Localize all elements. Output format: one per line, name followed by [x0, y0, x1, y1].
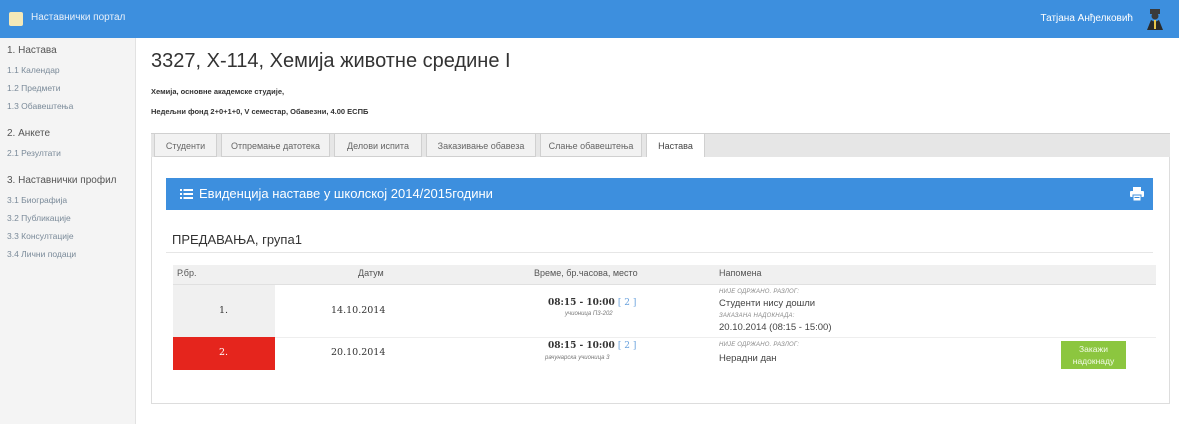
row-room: рачунарска учионица 3	[545, 355, 610, 361]
sidebar-item-biography[interactable]: 3.1 Биографија	[7, 195, 67, 205]
user-avatar-icon[interactable]	[1143, 8, 1167, 32]
column-header-date: Датум	[358, 268, 384, 278]
group-title: ПРЕДАВАЊА, група1	[172, 232, 302, 247]
sidebar-section-surveys[interactable]: 2. Анкете	[7, 128, 50, 139]
row-divider	[275, 337, 1156, 338]
row-time: 08:15 - 10:00 [ 2 ]	[548, 298, 637, 308]
sidebar-item-courses[interactable]: 1.2 Предмети	[7, 83, 60, 93]
table-header	[173, 265, 1156, 285]
top-bar	[0, 0, 1179, 38]
print-icon[interactable]	[1129, 186, 1145, 202]
column-header-time: Време, бр.часова, место	[534, 268, 638, 278]
note-label: НИЈЕ ОДРЖАНО. РАЗЛОГ:	[719, 289, 800, 295]
course-program: Хемија, основне академске студије,	[151, 87, 285, 96]
column-header-note: Напомена	[719, 268, 762, 278]
tab-scheduling[interactable]: Заказивање обавеза	[426, 133, 536, 157]
schedule-makeup-button[interactable]: Закажи надокнаду	[1061, 341, 1126, 369]
note-reason: Нерадни дан	[719, 353, 777, 364]
row-room: учионица П3-202	[565, 311, 613, 317]
row-number: 1.	[219, 305, 229, 316]
sidebar-section-profile[interactable]: 3. Наставнички профил	[7, 175, 117, 186]
note-makeup: 20.10.2014 (08:15 - 15:00)	[719, 322, 832, 333]
sidebar-item-publications[interactable]: 3.2 Публикације	[7, 213, 71, 223]
tab-send-notices[interactable]: Слање обавештења	[540, 133, 642, 157]
panel-title: Евиденција наставе у школској 2014/2015г…	[199, 186, 493, 201]
note-reason: Студенти нису дошли	[719, 298, 816, 309]
course-details: Недељни фонд 2+0+1+0, V семестар, Обавез…	[151, 107, 369, 116]
row-number: 2.	[219, 347, 229, 358]
column-header-number: Р.бр.	[177, 268, 197, 278]
divider	[166, 252, 1153, 253]
tab-file-upload[interactable]: Отпремање датотека	[221, 133, 330, 157]
row-hours[interactable]: [ 2 ]	[618, 341, 636, 351]
row-hours[interactable]: [ 2 ]	[618, 298, 636, 308]
list-icon	[180, 189, 193, 199]
sidebar-item-results[interactable]: 2.1 Резултати	[7, 148, 61, 158]
portal-logo-icon[interactable]	[9, 12, 23, 26]
row-date: 14.10.2014	[331, 305, 386, 316]
sidebar-item-consultations[interactable]: 3.3 Консултације	[7, 231, 74, 241]
user-name[interactable]: Татјана Анђелковић	[1040, 13, 1133, 24]
row-date: 20.10.2014	[331, 347, 386, 358]
sidebar-item-personal-data[interactable]: 3.4 Лични подаци	[7, 249, 76, 259]
tab-students[interactable]: Студенти	[154, 133, 217, 157]
row-time: 08:15 - 10:00 [ 2 ]	[548, 341, 637, 351]
note-makeup-label: ЗАКАЗАНА НАДОКНАДА:	[719, 313, 795, 319]
note-label: НИЈЕ ОДРЖАНО. РАЗЛОГ:	[719, 342, 800, 348]
page-title: 3327, Х-114, Хемија животне средине I	[151, 50, 511, 72]
tab-teaching[interactable]: Настава	[646, 133, 705, 159]
sidebar-item-notices[interactable]: 1.3 Обавештења	[7, 101, 73, 111]
portal-title[interactable]: Наставнички портал	[31, 12, 125, 23]
sidebar-item-calendar[interactable]: 1.1 Календар	[7, 65, 60, 75]
tab-exam-parts[interactable]: Делови испита	[334, 133, 422, 157]
sidebar-section-teaching[interactable]: 1. Настава	[7, 45, 57, 56]
